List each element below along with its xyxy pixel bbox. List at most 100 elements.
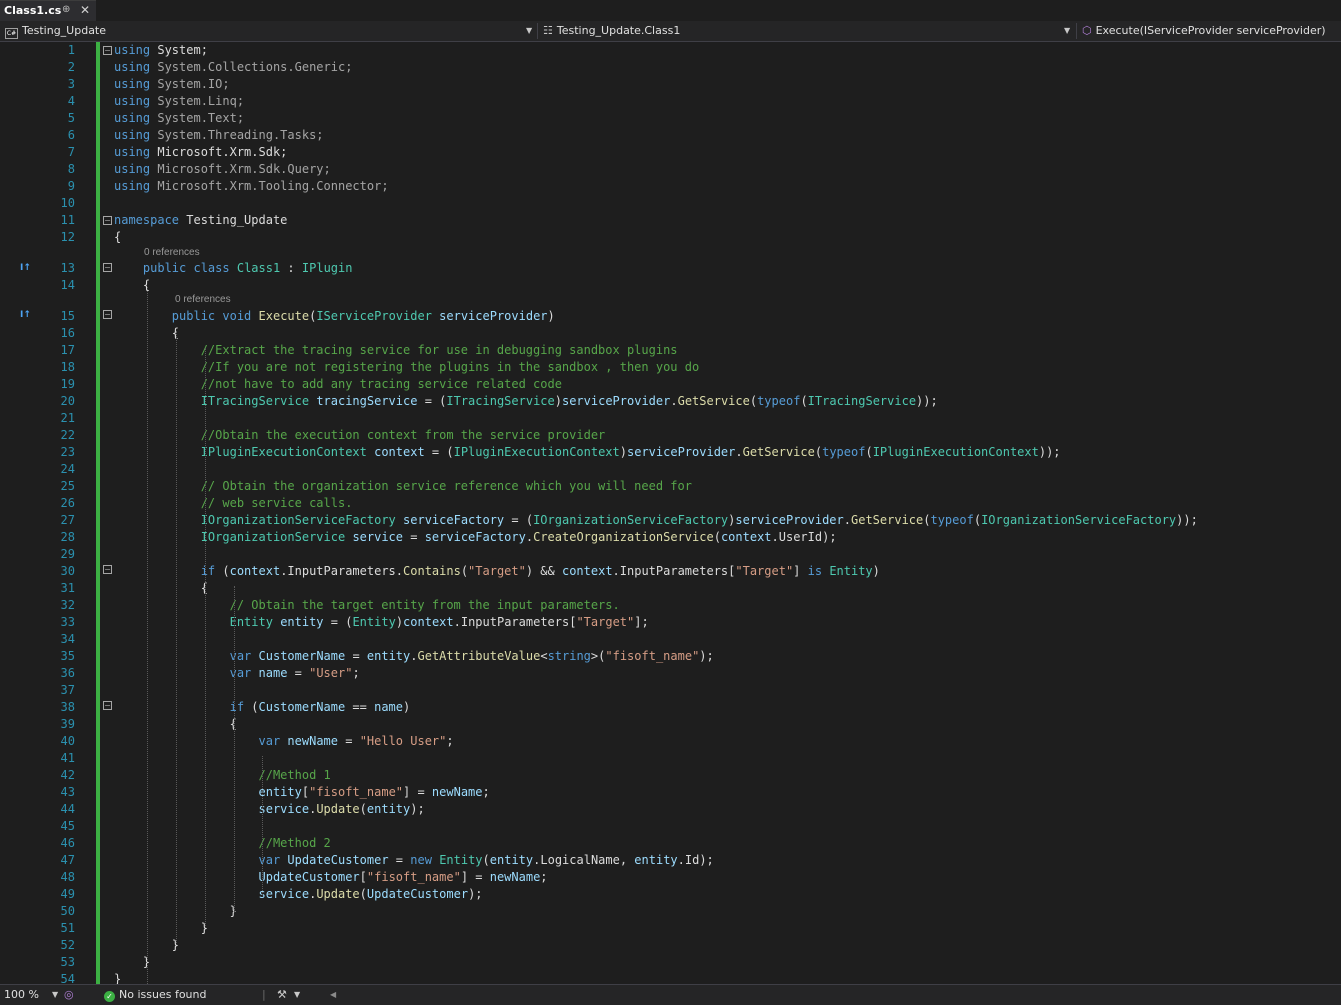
code-token: ) xyxy=(547,309,555,323)
collapse-icon[interactable]: − xyxy=(103,216,112,225)
code-token: ( xyxy=(460,564,469,578)
code-line[interactable]: public void Execute(IServiceProvider ser… xyxy=(114,308,555,325)
code-token: .LogicalName, xyxy=(533,853,635,867)
line-number: 43 xyxy=(60,785,75,799)
code-line[interactable]: //Obtain the execution context from the … xyxy=(114,427,606,444)
chevron-down-icon[interactable]: ▼ xyxy=(1064,21,1070,41)
code-line[interactable]: service.Update(entity); xyxy=(114,801,425,818)
code-token: ITracingService xyxy=(200,394,310,408)
issues-indicator[interactable]: ✓ No issues found xyxy=(104,985,206,1005)
code-line[interactable]: using Microsoft.Xrm.Sdk.Query; xyxy=(114,161,331,178)
code-token: context xyxy=(561,564,613,578)
code-token: //Method 1 xyxy=(258,768,331,782)
code-line[interactable]: IPluginExecutionContext context = (IPlug… xyxy=(114,444,1061,461)
code-line[interactable]: //not have to add any tracing service re… xyxy=(114,376,562,393)
class-references-codelens[interactable]: 0 references xyxy=(144,247,200,259)
code-line[interactable]: using System.Collections.Generic; xyxy=(114,59,352,76)
line-number: 22 xyxy=(60,428,75,442)
collapse-icon[interactable]: − xyxy=(103,565,112,574)
code-token: = ( xyxy=(504,513,534,527)
code-token: Microsoft.Xrm.Sdk.Query; xyxy=(150,162,331,176)
close-icon[interactable]: ✕ xyxy=(80,3,90,17)
zoom-level[interactable]: 100 % xyxy=(4,985,39,1005)
code-line[interactable]: using System.Threading.Tasks; xyxy=(114,127,324,144)
code-token: newName xyxy=(287,734,338,748)
code-line[interactable]: if (context.InputParameters.Contains("Ta… xyxy=(114,563,880,580)
code-token: name xyxy=(374,700,404,714)
code-token: IPluginExecutionContext xyxy=(200,445,367,459)
code-line[interactable]: IOrganizationServiceFactory serviceFacto… xyxy=(114,512,1198,529)
code-token: System; xyxy=(157,43,208,57)
chevron-down-icon[interactable]: ▼ xyxy=(52,985,58,1005)
code-token: Microsoft.Xrm.Tooling.Connector; xyxy=(150,179,389,193)
code-line[interactable]: var name = "User"; xyxy=(114,665,360,682)
method-references-codelens[interactable]: 0 references xyxy=(175,294,231,306)
code-token: UpdateCustomer xyxy=(366,887,469,901)
code-token: IOrganizationServiceFactory xyxy=(533,513,729,527)
chevron-down-icon[interactable]: ▼ xyxy=(526,21,532,41)
code-token: .Id); xyxy=(677,853,714,867)
code-line[interactable]: using System.Text; xyxy=(114,110,244,127)
code-line[interactable]: using System.Linq; xyxy=(114,93,244,110)
code-line[interactable]: } xyxy=(114,920,208,937)
code-line[interactable]: // Obtain the organization service refer… xyxy=(114,478,692,495)
implementation-glyph-icon[interactable]: I↑ xyxy=(20,307,31,324)
code-cleanup-icon[interactable]: ⚒ xyxy=(277,985,287,1005)
code-line[interactable]: // Obtain the target entity from the inp… xyxy=(114,597,620,614)
code-token: } xyxy=(114,921,208,935)
member-dropdown[interactable]: ⬡ Execute(IServiceProvider serviceProvide… xyxy=(1082,21,1337,41)
collapse-icon[interactable]: − xyxy=(103,310,112,319)
code-token: IOrganizationServiceFactory xyxy=(981,513,1177,527)
code-editor[interactable]: 1 2 3 4 5 6 7 8 9 10 11 12 13 14 15 16 17 18 19 20 21 22 23 24 2… xyxy=(0,42,1341,984)
code-line[interactable]: // web service calls. xyxy=(114,495,353,512)
chevron-down-icon[interactable]: ▼ xyxy=(294,985,300,1005)
code-line[interactable]: //Extract the tracing service for use in… xyxy=(114,342,678,359)
implementation-glyph-icon[interactable]: I↑ xyxy=(20,260,31,277)
code-token: . xyxy=(670,394,678,408)
nav-divider xyxy=(537,23,538,39)
code-line[interactable]: } xyxy=(114,971,121,984)
code-line[interactable]: { xyxy=(114,580,208,597)
code-line[interactable]: namespace Testing_Update xyxy=(114,212,287,229)
code-line[interactable]: Entity entity = (Entity)context.InputPar… xyxy=(114,614,649,631)
code-line[interactable]: using System.IO; xyxy=(114,76,230,93)
code-token: using xyxy=(114,111,151,125)
code-line[interactable]: public class Class1 : IPlugin xyxy=(114,260,353,277)
code-token: "Target" xyxy=(576,615,635,629)
collapse-icon[interactable]: − xyxy=(103,46,112,55)
code-line[interactable]: //If you are not registering the plugins… xyxy=(114,359,700,376)
code-token: ) xyxy=(872,564,880,578)
copilot-icon[interactable]: ◎ xyxy=(64,985,74,1005)
document-tab[interactable]: Class1.cs ⊕ ✕ xyxy=(0,0,96,21)
code-line[interactable]: { xyxy=(114,229,121,246)
code-line[interactable]: var newName = "Hello User"; xyxy=(114,733,454,750)
scroll-left-icon[interactable]: ◀ xyxy=(330,985,336,1005)
code-token: GetService xyxy=(742,445,815,459)
code-line[interactable]: service.Update(UpdateCustomer); xyxy=(114,886,483,903)
code-line[interactable]: using System; xyxy=(114,42,208,59)
code-line[interactable]: using Microsoft.Xrm.Sdk; xyxy=(114,144,287,161)
code-token: ) xyxy=(395,615,404,629)
code-line[interactable]: if (CustomerName == name) xyxy=(114,699,411,716)
code-line[interactable]: using Microsoft.Xrm.Tooling.Connector; xyxy=(114,178,389,195)
line-number: 38 xyxy=(60,700,75,714)
code-token: UpdateCustomer xyxy=(258,870,360,884)
pin-icon[interactable]: ⊕ xyxy=(62,4,70,15)
code-token: Testing_Update xyxy=(179,213,288,227)
code-line[interactable]: { xyxy=(114,277,150,294)
collapse-icon[interactable]: − xyxy=(103,701,112,710)
code-line[interactable]: ITracingService tracingService = (ITraci… xyxy=(114,393,938,410)
code-line[interactable]: } xyxy=(114,954,150,971)
collapse-icon[interactable]: − xyxy=(103,263,112,272)
project-dropdown[interactable]: C# Testing_Update xyxy=(5,21,525,41)
code-line[interactable]: entity["fisoft_name"] = newName; xyxy=(114,784,490,801)
class-dropdown[interactable]: ☷ Testing_Update.Class1 xyxy=(543,21,1058,41)
code-line[interactable]: UpdateCustomer["fisoft_name"] = newName; xyxy=(114,869,548,886)
code-line[interactable]: IOrganizationService service = serviceFa… xyxy=(114,529,837,546)
code-token: service xyxy=(352,530,404,544)
